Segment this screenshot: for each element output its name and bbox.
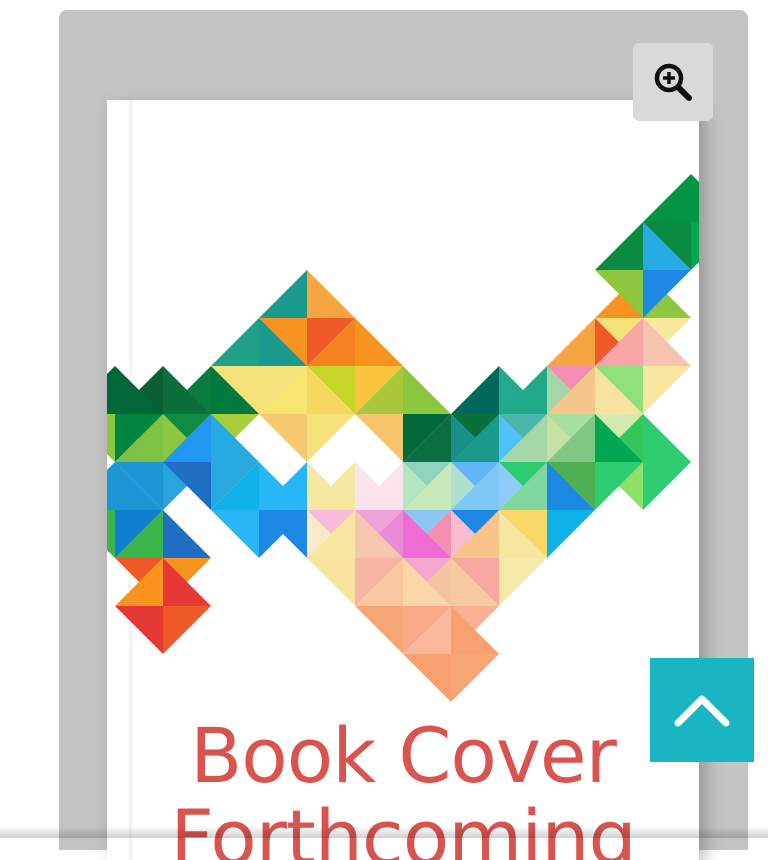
zoom-in-icon <box>654 63 692 101</box>
mosaic-tile <box>259 270 307 318</box>
mosaic-tile <box>355 414 403 462</box>
bottom-edge-shadow <box>0 826 768 838</box>
mosaic-tile <box>307 558 355 606</box>
mosaic-tile <box>355 606 403 654</box>
mosaic-tile <box>691 222 699 270</box>
mosaic-tile <box>643 366 691 414</box>
mosaic-tile <box>307 414 355 462</box>
mosaic-tile <box>499 558 547 606</box>
mosaic-tile <box>107 414 115 462</box>
cover-mosaic-art <box>107 174 699 702</box>
scroll-to-top-button[interactable] <box>650 658 754 762</box>
mosaic-tile <box>211 318 259 366</box>
mosaic-tile <box>107 462 115 510</box>
mosaic-tile <box>163 510 211 558</box>
chevron-up-icon <box>674 695 730 727</box>
mosaic-tile <box>643 462 691 510</box>
mosaic-tile <box>451 654 499 702</box>
book-cover-image: Book Cover Forthcoming <box>107 100 699 860</box>
mosaic-tile <box>211 510 259 558</box>
cover-title-line-1: Book Cover <box>190 711 617 800</box>
mosaic-tile <box>547 510 595 558</box>
mosaic-tile <box>451 366 499 414</box>
mosaic-tile <box>643 414 691 462</box>
mosaic-tile <box>547 318 595 366</box>
zoom-button[interactable] <box>633 43 713 121</box>
mosaic-tile <box>355 318 403 366</box>
mosaic-tile <box>691 174 699 222</box>
mosaic-tile <box>107 510 115 558</box>
mosaic-tile <box>403 366 451 414</box>
mosaic-tile <box>307 270 355 318</box>
mosaic-tile <box>403 654 451 702</box>
mosaic-tile <box>595 222 643 270</box>
mosaic-tile <box>259 414 307 462</box>
mosaic-tile <box>115 606 163 654</box>
mosaic-tile <box>163 606 211 654</box>
mosaic-tile <box>643 174 691 222</box>
mosaic-tile <box>107 366 115 414</box>
